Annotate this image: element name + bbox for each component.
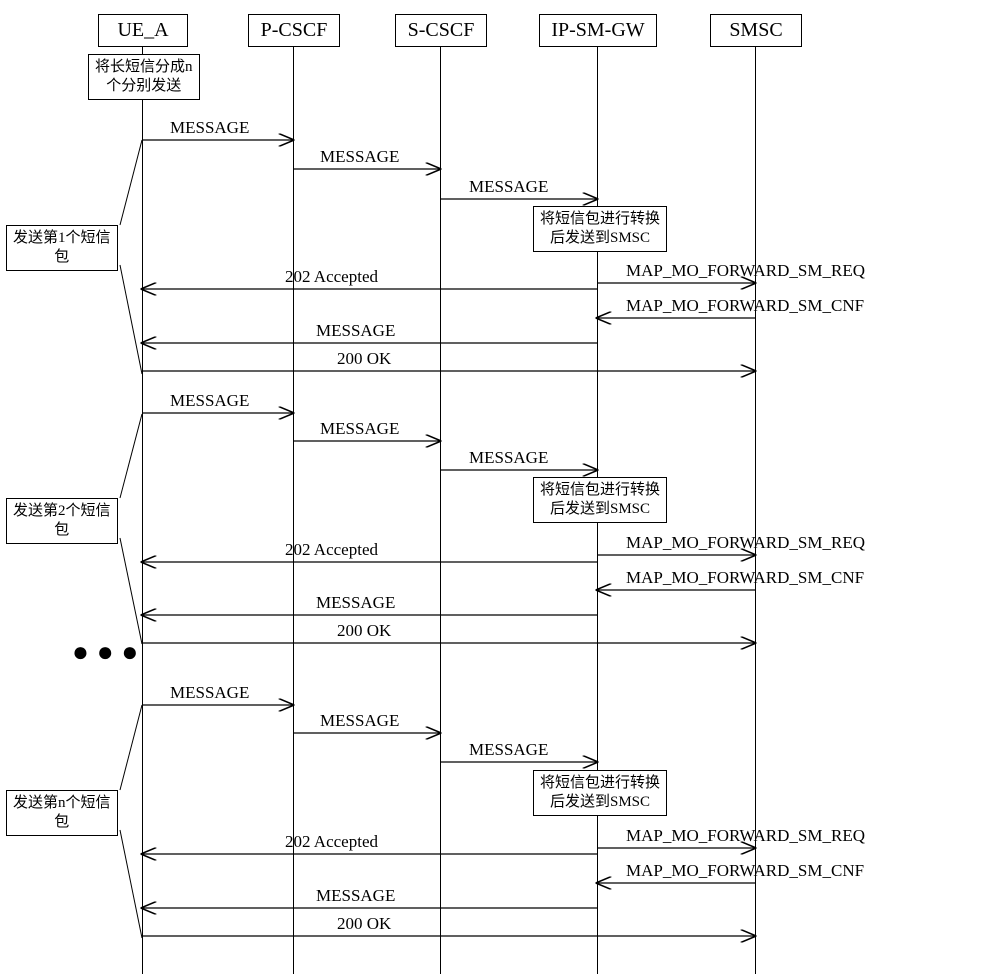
note-convert-1: 将短信包进行转换后发送到SMSC <box>533 206 667 252</box>
msg-2-accepted: 202 Accepted <box>285 540 378 560</box>
msg-1-req: MAP_MO_FORWARD_SM_REQ <box>626 261 865 281</box>
actor-p-cscf: P-CSCF <box>248 14 340 47</box>
msg-2-scscf-gw: MESSAGE <box>469 448 548 468</box>
lifeline-ue-a <box>142 46 143 974</box>
msg-1-message-back: MESSAGE <box>316 321 395 341</box>
msg-n-pcscf-scscf: MESSAGE <box>320 711 399 731</box>
msg-1-accepted: 202 Accepted <box>285 267 378 287</box>
msg-1-pcscf-scscf: MESSAGE <box>320 147 399 167</box>
msg-n-ue-pcscf: MESSAGE <box>170 683 249 703</box>
msg-1-scscf-gw: MESSAGE <box>469 177 548 197</box>
ellipsis: ● ● ● <box>72 636 138 668</box>
msg-2-ok: 200 OK <box>337 621 391 641</box>
msg-n-message-back: MESSAGE <box>316 886 395 906</box>
note-packet-n: 发送第n个短信包 <box>6 790 118 836</box>
msg-n-cnf: MAP_MO_FORWARD_SM_CNF <box>626 861 864 881</box>
msg-2-pcscf-scscf: MESSAGE <box>320 419 399 439</box>
note-packet-2: 发送第2个短信包 <box>6 498 118 544</box>
lifeline-s-cscf <box>440 46 441 974</box>
msg-2-ue-pcscf: MESSAGE <box>170 391 249 411</box>
note-packet-1: 发送第1个短信包 <box>6 225 118 271</box>
msg-n-accepted: 202 Accepted <box>285 832 378 852</box>
msg-1-cnf: MAP_MO_FORWARD_SM_CNF <box>626 296 864 316</box>
msg-2-message-back: MESSAGE <box>316 593 395 613</box>
msg-1-ue-pcscf: MESSAGE <box>170 118 249 138</box>
msg-1-ok: 200 OK <box>337 349 391 369</box>
note-convert-2: 将短信包进行转换后发送到SMSC <box>533 477 667 523</box>
actor-smsc: SMSC <box>710 14 802 47</box>
note-convert-n: 将短信包进行转换后发送到SMSC <box>533 770 667 816</box>
actor-s-cscf: S-CSCF <box>395 14 487 47</box>
msg-n-req: MAP_MO_FORWARD_SM_REQ <box>626 826 865 846</box>
msg-n-ok: 200 OK <box>337 914 391 934</box>
actor-ue-a: UE_A <box>98 14 188 47</box>
note-split-long-sms: 将长短信分成n个分别发送 <box>88 54 200 100</box>
msg-n-scscf-gw: MESSAGE <box>469 740 548 760</box>
msg-2-cnf: MAP_MO_FORWARD_SM_CNF <box>626 568 864 588</box>
msg-2-req: MAP_MO_FORWARD_SM_REQ <box>626 533 865 553</box>
actor-ip-sm-gw: IP-SM-GW <box>539 14 657 47</box>
